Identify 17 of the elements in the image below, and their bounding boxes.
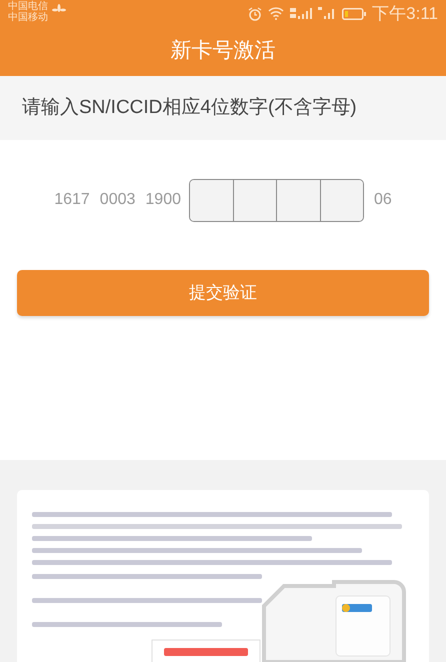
battery-icon [342, 8, 366, 20]
serial-digits: 0003 [100, 190, 136, 210]
status-time: 下午3:11 [372, 3, 438, 25]
alarm-icon [248, 6, 262, 21]
flower-logo-icon [52, 4, 66, 14]
signal-icon [290, 7, 312, 20]
page-title: 新卡号激活 [170, 38, 276, 64]
submit-button[interactable]: 提交验证 [17, 270, 429, 316]
signal-icon [318, 7, 336, 20]
serial-digits: 1617 [54, 190, 90, 210]
carrier-name: 中国电信 [8, 1, 48, 12]
serial-digits: 1900 [145, 190, 181, 210]
wifi-icon [268, 7, 284, 20]
digit-field[interactable] [320, 180, 363, 221]
instruction-text: 请输入SN/ICCID相应4位数字(不含字母) [22, 96, 357, 120]
serial-digits: 06 [374, 190, 392, 210]
carrier-name: 中国移动 [8, 12, 48, 23]
